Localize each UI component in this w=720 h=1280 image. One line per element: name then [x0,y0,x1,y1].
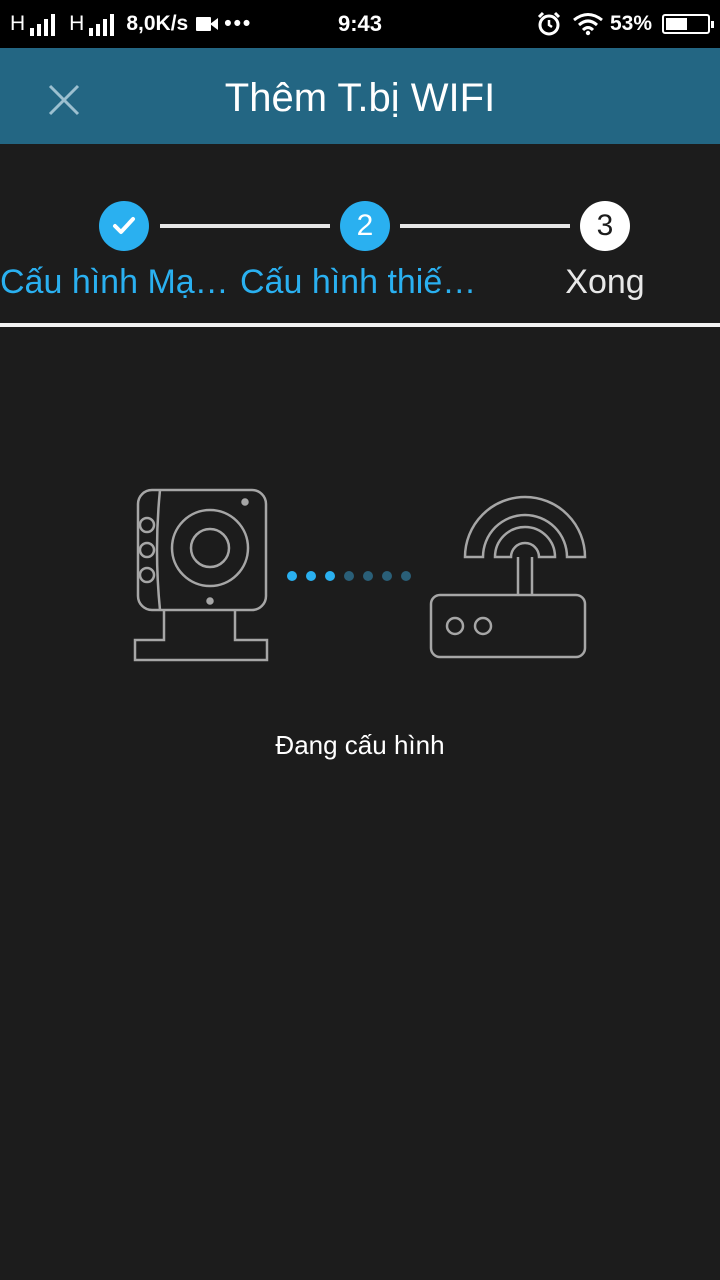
checkmark-icon [113,217,135,234]
progress-dot [306,571,316,581]
battery-level [666,18,687,30]
router-icon [429,495,587,659]
step-3-label: Xong [565,263,645,301]
step-connector-2 [400,224,570,228]
configuring-status: Đang cấu hình [275,730,445,760]
progress-dot [344,571,354,581]
camera-to-router-illustration [133,488,587,662]
progress-dots [287,571,411,581]
battery-icon [662,14,714,34]
status-bar-right: 53% [536,0,714,48]
progress-dot [287,571,297,581]
alarm-icon [537,11,561,36]
progress-stepper: 2 3 Cấu hình Mạ… Cấu hình thiế… Xong [0,144,720,326]
step-3-indicator: 3 [580,201,630,251]
header: Thêm T.bị WIFI [0,48,720,144]
page-title: Thêm T.bị WIFI [224,76,496,120]
step-2-indicator: 2 [340,201,390,251]
progress-dot [382,571,392,581]
step-1-indicator [99,201,149,251]
wifi-icon [573,13,603,36]
progress-dot [401,571,411,581]
battery-percent: 53% [609,12,652,35]
stepper-divider [0,323,720,327]
step-1-label: Cấu hình Mạ… [0,263,229,301]
step-connector-1 [160,224,330,228]
progress-dot [363,571,373,581]
step-2-label: Cấu hình thiế… [240,263,477,301]
progress-dot [325,571,335,581]
status-bar: H H 8,0K/s ••• 9:43 53% [0,0,720,48]
camera-icon [133,488,269,662]
